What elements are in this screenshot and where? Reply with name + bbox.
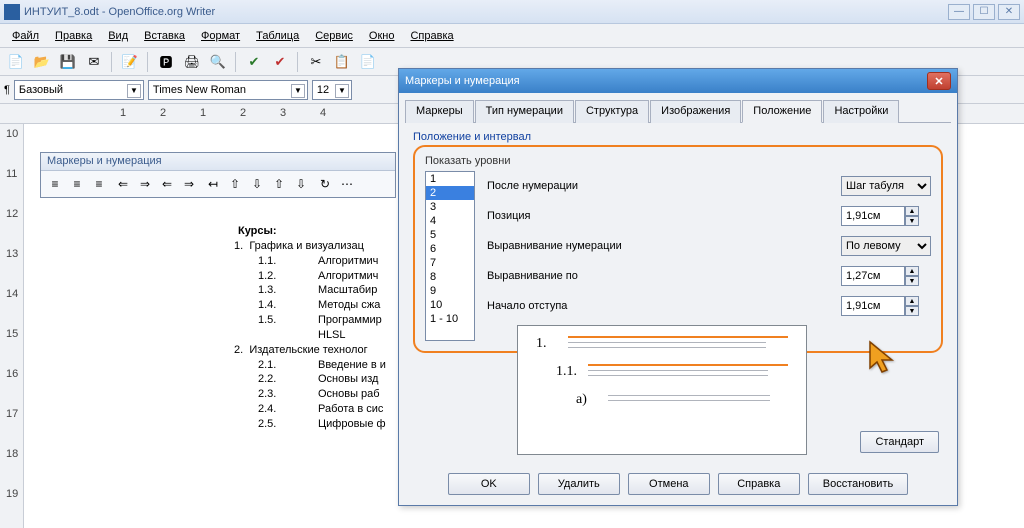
edit-icon[interactable]: 📝 — [118, 50, 142, 74]
spinner-down-icon[interactable]: ▼ — [905, 216, 919, 226]
bullets-toolbar-title[interactable]: Маркеры и нумерация — [41, 153, 395, 171]
menu-file[interactable]: Файл — [4, 28, 47, 44]
demote-icon[interactable]: ⇒ — [135, 174, 155, 194]
preview-icon[interactable]: 🔍 — [206, 50, 230, 74]
indent-start-label: Начало отступа — [487, 300, 841, 312]
spellcheck-icon[interactable]: ✔ — [242, 50, 266, 74]
numbering-alignment-label: Выравнивание нумерации — [487, 240, 841, 252]
app-icon — [4, 4, 20, 20]
bullets-dialog-icon[interactable]: ⋯ — [337, 174, 357, 194]
promote-sub-icon[interactable]: ⇐ — [157, 174, 177, 194]
after-numbering-select[interactable]: Шаг табуля — [841, 176, 931, 196]
close-button[interactable]: ✕ — [998, 4, 1020, 20]
spinner-up-icon[interactable]: ▲ — [905, 206, 919, 216]
menubar: Файл Правка Вид Вставка Формат Таблица С… — [0, 24, 1024, 48]
dialog-titlebar[interactable]: Маркеры и нумерация ✕ — [399, 69, 957, 93]
delete-button[interactable]: Удалить — [538, 473, 620, 495]
restart-numbering-icon[interactable]: ↻ — [315, 174, 335, 194]
numbering-alignment-select[interactable]: По левому — [841, 236, 931, 256]
after-numbering-label: После нумерации — [487, 180, 841, 192]
paste-icon[interactable]: 📄 — [356, 50, 380, 74]
move-down-icon[interactable]: ⇩ — [247, 174, 267, 194]
mail-icon[interactable]: ✉ — [82, 50, 106, 74]
demote-sub-icon[interactable]: ⇒ — [179, 174, 199, 194]
maximize-button[interactable]: ☐ — [973, 4, 995, 20]
list-off-icon[interactable]: ≡ — [89, 174, 109, 194]
titlebar: ИНТУИТ_8.odt - OpenOffice.org Writer — ☐… — [0, 0, 1024, 24]
bullets-toolbar: Маркеры и нумерация ≡ ≡ ≡ ⇐ ⇒ ⇐ ⇒ ↤ ⇧ ⇩ … — [40, 152, 396, 198]
highlight-annotation: Показать уровни 1 2 3 4 5 6 7 8 9 10 1 -… — [413, 145, 943, 353]
spinner-up-icon[interactable]: ▲ — [905, 296, 919, 306]
menu-edit[interactable]: Правка — [47, 28, 100, 44]
styles-icon[interactable]: ¶ — [4, 84, 10, 96]
position-spinner[interactable]: ▲▼ — [841, 206, 931, 226]
dialog-tabs: Маркеры Тип нумерации Структура Изображе… — [405, 99, 951, 123]
new-icon[interactable]: 📄 — [4, 50, 28, 74]
numbering-preview: 1. 1.1. a) — [517, 325, 807, 455]
tab-images[interactable]: Изображения — [650, 100, 741, 123]
align-at-spinner[interactable]: ▲▼ — [841, 266, 931, 286]
help-button[interactable]: Справка — [718, 473, 800, 495]
bullets-numbering-dialog: Маркеры и нумерация ✕ Маркеры Тип нумера… — [398, 68, 958, 506]
list-number-icon[interactable]: ≡ — [67, 174, 87, 194]
minimize-button[interactable]: — — [948, 4, 970, 20]
menu-format[interactable]: Формат — [193, 28, 248, 44]
tab-markers[interactable]: Маркеры — [405, 100, 474, 123]
menu-view[interactable]: Вид — [100, 28, 136, 44]
tab-settings[interactable]: Настройки — [823, 100, 899, 123]
show-levels-label: Показать уровни — [425, 155, 931, 167]
spinner-down-icon[interactable]: ▼ — [905, 276, 919, 286]
vertical-ruler[interactable]: 10 11 12 13 14 15 16 17 18 19 — [0, 124, 24, 528]
font-size-combo[interactable]: 12▼ — [312, 80, 352, 100]
ok-button[interactable]: OK — [448, 473, 530, 495]
restore-button[interactable]: Восстановить — [808, 473, 908, 495]
align-at-label: Выравнивание по — [487, 270, 841, 282]
paragraph-style-combo[interactable]: Базовый▼ — [14, 80, 144, 100]
levels-listbox[interactable]: 1 2 3 4 5 6 7 8 9 10 1 - 10 — [425, 171, 475, 341]
promote-icon[interactable]: ⇐ — [113, 174, 133, 194]
menu-help[interactable]: Справка — [402, 28, 461, 44]
menu-table[interactable]: Таблица — [248, 28, 307, 44]
font-name-combo[interactable]: Times New Roman▼ — [148, 80, 308, 100]
indent-start-spinner[interactable]: ▲▼ — [841, 296, 931, 316]
document-content[interactable]: Курсы: 1. Графика и визуализац 1.1.Алгор… — [138, 224, 386, 432]
tab-numbering-type[interactable]: Тип нумерации — [475, 100, 574, 123]
spinner-up-icon[interactable]: ▲ — [905, 266, 919, 276]
cancel-button[interactable]: Отмена — [628, 473, 710, 495]
menu-tools[interactable]: Сервис — [307, 28, 361, 44]
menu-window[interactable]: Окно — [361, 28, 403, 44]
tab-position[interactable]: Положение — [742, 100, 822, 123]
tab-structure[interactable]: Структура — [575, 100, 649, 123]
dialog-button-row: OK Удалить Отмена Справка Восстановить — [399, 473, 957, 495]
position-label: Позиция — [487, 210, 841, 222]
autospell-icon[interactable]: ✔ — [268, 50, 292, 74]
dialog-close-icon[interactable]: ✕ — [927, 72, 951, 90]
menu-insert[interactable]: Вставка — [136, 28, 193, 44]
standard-button[interactable]: Стандарт — [860, 431, 939, 453]
no-number-icon[interactable]: ↤ — [203, 174, 223, 194]
window-title: ИНТУИТ_8.odt - OpenOffice.org Writer — [24, 6, 948, 18]
move-down-sub-icon[interactable]: ⇩ — [291, 174, 311, 194]
move-up-sub-icon[interactable]: ⇧ — [269, 174, 289, 194]
pdf-icon[interactable]: 🅿 — [154, 50, 178, 74]
copy-icon[interactable]: 📋 — [330, 50, 354, 74]
cut-icon[interactable]: ✂ — [304, 50, 328, 74]
list-bullet-icon[interactable]: ≡ — [45, 174, 65, 194]
open-icon[interactable]: 📂 — [30, 50, 54, 74]
position-spacing-label: Положение и интервал — [413, 131, 943, 143]
move-up-icon[interactable]: ⇧ — [225, 174, 245, 194]
spinner-down-icon[interactable]: ▼ — [905, 306, 919, 316]
print-icon[interactable]: 🖨 — [180, 50, 204, 74]
save-icon[interactable]: 💾 — [56, 50, 80, 74]
